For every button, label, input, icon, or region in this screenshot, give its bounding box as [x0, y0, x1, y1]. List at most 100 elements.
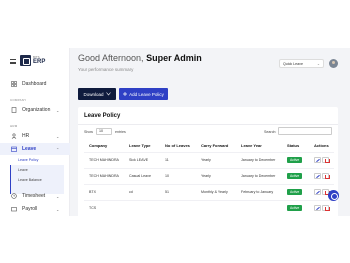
sidebar-label-hr: HR — [22, 133, 30, 139]
sidebar-item-hr[interactable]: HR ⌄ — [0, 130, 70, 142]
cell-carry-forward: Yearly — [196, 167, 236, 184]
cell-leave-year: January to December — [236, 151, 282, 168]
status-badge: Active — [287, 157, 303, 163]
submenu-item-leave[interactable]: Leave — [18, 168, 28, 172]
cell-leave-year — [236, 199, 282, 216]
cell-leave-type: Casual Leave — [124, 167, 160, 184]
chevron-down-icon: ⌄ — [56, 193, 60, 199]
cell-company: TECH MAHINDRA — [84, 151, 124, 168]
delete-icon[interactable] — [322, 173, 330, 179]
sidebar-label-leave: Leave — [22, 146, 37, 152]
sidebar-item-dashboard[interactable]: Dashboard — [0, 78, 70, 90]
clock-icon — [11, 193, 17, 199]
chevron-down-icon: ⌄ — [56, 133, 60, 139]
dashboard-icon — [11, 81, 17, 87]
section-hrm: HRM — [10, 124, 18, 128]
col-leave-year[interactable]: Leave Year — [236, 140, 282, 152]
cell-no-of-leaves: 51 — [160, 183, 196, 200]
entries-label: entries — [115, 130, 126, 134]
download-button[interactable]: Download — [78, 88, 116, 100]
status-badge: Active — [287, 189, 303, 195]
col-status[interactable]: Status — [282, 140, 309, 152]
entries-select[interactable]: 10 — [96, 128, 112, 135]
table-row: BTX cd 51 Monthly & Yearly February to J… — [84, 183, 334, 200]
download-icon — [105, 92, 111, 96]
submenu-item-leave-policy[interactable]: Leave Policy — [18, 158, 38, 162]
cell-carry-forward: Monthly & Yearly — [196, 183, 236, 200]
menu-icon[interactable] — [10, 59, 16, 64]
col-company[interactable]: Company — [84, 140, 124, 152]
table-row: TECH MAHINDRA Sick LEAVE 11 Yearly Janua… — [84, 151, 334, 168]
table-header-row: Company Leave Type No of Leaves Carry Fo… — [84, 140, 334, 152]
page-subtitle: Your performance summary — [78, 67, 134, 72]
quick-leave-select[interactable]: Quick Leave ⌄ — [279, 59, 324, 68]
cell-leave-type — [124, 199, 160, 216]
sidebar-label-dashboard: Dashboard — [22, 81, 47, 87]
search-input[interactable] — [278, 127, 332, 135]
add-leave-policy-label: Add Leave Policy — [129, 91, 164, 97]
app-shell: BITS ERP Dashboard COMPANY Organization … — [0, 48, 350, 216]
col-carry-forward[interactable]: Carry Forward — [196, 140, 236, 152]
download-label: Download — [83, 91, 104, 97]
sidebar-item-organization[interactable]: Organization ⌄ — [0, 104, 70, 116]
avatar[interactable] — [329, 59, 338, 68]
sidebar: BITS ERP Dashboard COMPANY Organization … — [0, 48, 70, 216]
show-label: Show — [84, 130, 93, 134]
cell-carry-forward: Yearly — [196, 151, 236, 168]
card-title: Leave Policy — [84, 113, 121, 119]
leave-policy-card: Leave Policy Show 10 entries Search: Com… — [78, 107, 338, 216]
logo-bottom-text: ERP — [33, 59, 46, 65]
edit-icon[interactable] — [314, 189, 321, 195]
card-divider — [78, 124, 338, 125]
cell-no-of-leaves: 10 — [160, 167, 196, 184]
chevron-down-icon: ⌄ — [316, 62, 320, 66]
submenu-item-leave-balance[interactable]: Leave Balance — [18, 178, 42, 182]
edit-icon[interactable] — [314, 157, 321, 163]
greeting-text: Good Afternoon, — [78, 53, 144, 63]
logo-mark-icon — [20, 55, 31, 66]
delete-icon[interactable] — [322, 205, 330, 212]
cell-no-of-leaves: 11 — [160, 151, 196, 168]
cell-company: TECH MAHINDRA — [84, 167, 124, 184]
building-icon — [11, 107, 17, 113]
cell-no-of-leaves — [160, 199, 196, 216]
leave-policy-table: Company Leave Type No of Leaves Carry Fo… — [84, 140, 334, 216]
sidebar-label-timesheet: Timesheet — [22, 193, 46, 199]
logo: BITS ERP — [20, 55, 45, 66]
user-name: Super Admin — [146, 53, 202, 63]
page-title: Good Afternoon, Super Admin — [78, 53, 202, 63]
table-row: TCS Active — [84, 199, 334, 216]
cell-company: TCS — [84, 199, 124, 216]
col-leave-type[interactable]: Leave Type — [124, 140, 160, 152]
sidebar-item-payroll[interactable]: Payroll ⌄ — [0, 203, 70, 215]
status-badge: Active — [287, 173, 303, 179]
cell-leave-type: Sick LEAVE — [124, 151, 160, 168]
search-label: Search: — [264, 130, 277, 134]
wallet-icon — [11, 207, 17, 212]
chevron-down-icon: ⌄ — [56, 206, 60, 212]
sidebar-item-timesheet[interactable]: Timesheet ⌄ — [0, 190, 70, 202]
chevron-down-icon: ⌄ — [56, 107, 60, 113]
delete-icon[interactable] — [322, 157, 330, 163]
plus-icon — [123, 92, 128, 96]
cell-carry-forward — [196, 199, 236, 216]
edit-icon[interactable] — [314, 173, 321, 179]
table-row: TECH MAHINDRA Casual Leave 10 Yearly Jan… — [84, 167, 334, 184]
cell-leave-year: January to December — [236, 167, 282, 184]
edit-icon[interactable] — [314, 205, 321, 212]
calendar-icon — [11, 146, 17, 152]
cell-leave-year: February to January — [236, 183, 282, 200]
help-fab-button[interactable] — [328, 190, 339, 201]
section-company: COMPANY — [10, 98, 27, 102]
chevron-up-icon: ⌃ — [56, 146, 60, 152]
col-actions: Actions — [314, 143, 329, 149]
sidebar-label-payroll: Payroll — [22, 206, 38, 212]
users-icon — [11, 133, 17, 139]
add-leave-policy-button[interactable]: Add Leave Policy — [119, 88, 168, 100]
quick-leave-value: Quick Leave — [283, 62, 303, 66]
sidebar-label-organization: Organization — [22, 107, 51, 113]
sidebar-item-leave[interactable]: Leave ⌃ — [0, 143, 70, 155]
col-no-of-leaves[interactable]: No of Leaves — [160, 140, 196, 152]
cell-company: BTX — [84, 183, 124, 200]
cell-leave-type: cd — [124, 183, 160, 200]
